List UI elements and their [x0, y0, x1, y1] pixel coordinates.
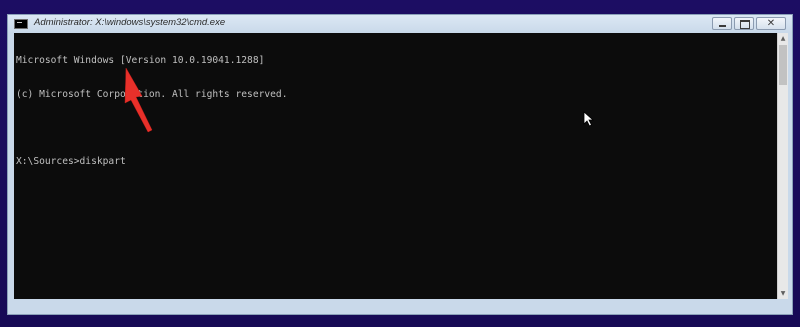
- window-title: Administrator: X:\windows\system32\cmd.e…: [34, 17, 226, 28]
- scroll-up-icon[interactable]: ▲: [778, 33, 788, 44]
- cmd-icon[interactable]: [14, 19, 28, 29]
- maximize-button[interactable]: [734, 17, 754, 30]
- close-button[interactable]: ✕: [756, 17, 786, 30]
- minimize-icon: [719, 25, 726, 27]
- scroll-down-icon[interactable]: ▼: [778, 288, 788, 299]
- mouse-pointer-icon: [583, 111, 594, 127]
- console-line-version: Microsoft Windows [Version 10.0.19041.12…: [16, 55, 265, 67]
- red-arrow-icon: [124, 67, 153, 133]
- maximize-icon: [740, 20, 750, 29]
- window-bottom-frame: [8, 299, 792, 314]
- console-line-prompt: X:\Sources>diskpart: [16, 156, 126, 168]
- desktop-background: Administrator: X:\windows\system32\cmd.e…: [0, 0, 800, 327]
- title-bar[interactable]: Administrator: X:\windows\system32\cmd.e…: [8, 15, 792, 33]
- vertical-scrollbar[interactable]: ▲ ▼: [777, 33, 788, 299]
- window-controls: ✕: [712, 17, 786, 30]
- cmd-window[interactable]: Administrator: X:\windows\system32\cmd.e…: [7, 14, 793, 315]
- close-icon: ✕: [766, 18, 776, 29]
- minimize-button[interactable]: [712, 17, 732, 30]
- scroll-thumb[interactable]: [779, 45, 787, 85]
